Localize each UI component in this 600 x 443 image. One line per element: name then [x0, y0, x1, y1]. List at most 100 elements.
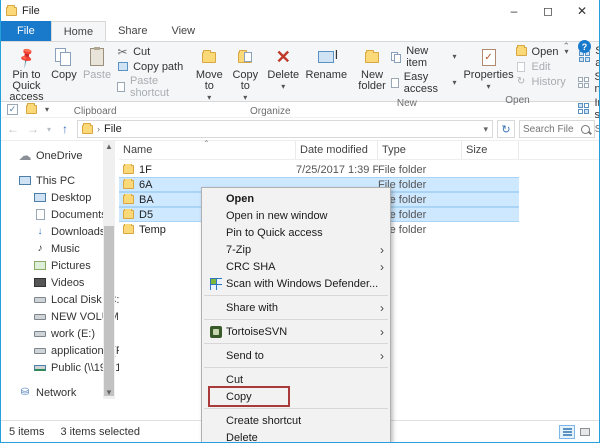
properties-quick-icon[interactable]: ✓	[7, 104, 18, 115]
scroll-down-icon[interactable]: ▼	[103, 387, 115, 399]
tab-file[interactable]: File	[1, 21, 51, 41]
tortoisesvn-icon	[210, 326, 222, 338]
scissors-icon: ✂	[116, 45, 129, 58]
breadcrumb-item[interactable]: File	[104, 123, 122, 135]
sidebar-item-applications-f[interactable]: applications (F:)	[1, 342, 119, 359]
scrollbar-thumb[interactable]	[104, 226, 114, 396]
history-button[interactable]: ↻ History	[515, 75, 569, 88]
sidebar-item-onedrive[interactable]: ☁OneDrive	[1, 147, 119, 164]
menu-item-pin-to-quick-access[interactable]: Pin to Quick access	[202, 224, 390, 241]
breadcrumb-folder-icon	[82, 125, 93, 134]
documents-icon	[34, 209, 46, 221]
menu-item-delete[interactable]: Delete	[202, 429, 390, 443]
select-none-icon	[578, 77, 590, 90]
delete-button[interactable]: ✕ Delete	[263, 43, 303, 94]
minimize-ribbon-icon[interactable]: ⌃	[562, 41, 570, 52]
properties-button[interactable]: ✓ Properties	[465, 43, 513, 94]
sidebar-item-downloads[interactable]: ↓Downloads	[1, 223, 119, 240]
file-row-1f[interactable]: 1F 7/25/2017 1:39 PM File folder	[119, 162, 519, 177]
ribbon-paste-button[interactable]: Paste	[80, 43, 114, 83]
thumbnails-view-button[interactable]	[577, 425, 593, 439]
pin-to-quick-access-button[interactable]: 📌 Pin to Quick access	[5, 43, 48, 105]
easy-access-button[interactable]: Easy access	[391, 71, 457, 95]
menu-item-open-in-new-window[interactable]: Open in new window	[202, 207, 390, 224]
sidebar-item-pictures[interactable]: Pictures	[1, 257, 119, 274]
copy-path-button[interactable]: Copy path	[116, 60, 183, 73]
sidebar-item-music[interactable]: ♪Music	[1, 240, 119, 257]
paste-shortcut-icon	[116, 81, 126, 94]
invert-selection-button[interactable]: Invert selection	[578, 97, 600, 121]
sidebar-item-documents[interactable]: Documents	[1, 206, 119, 223]
column-header-name[interactable]: Name⌃	[119, 141, 296, 159]
paste-shortcut-button[interactable]: Paste shortcut	[116, 75, 183, 99]
forward-icon[interactable]: →	[25, 122, 41, 136]
sidebar-item-new-volume-d[interactable]: NEW VOLUME (D	[1, 308, 119, 325]
sidebar-item-network[interactable]: ⛁Network	[1, 384, 119, 399]
sidebar-item-videos[interactable]: Videos	[1, 274, 119, 291]
sidebar-item-local-disk-c[interactable]: Local Disk (C:)	[1, 291, 119, 308]
music-icon: ♪	[34, 243, 46, 255]
search-input[interactable]	[523, 124, 581, 135]
menu-item-crc-sha[interactable]: CRC SHA›	[202, 258, 390, 275]
search-icon	[581, 125, 590, 134]
maximize-button[interactable]: ◻	[531, 0, 565, 22]
sidebar-item-public-share[interactable]: Public (\\192.16	[1, 359, 119, 376]
column-header-date-modified[interactable]: Date modified	[296, 141, 378, 159]
sidebar-item-this-pc[interactable]: This PC	[1, 172, 119, 189]
menu-item-copy[interactable]: Copy	[202, 388, 390, 405]
copy-to-button[interactable]: Copy to	[227, 43, 263, 105]
column-header-type[interactable]: Type	[378, 141, 462, 159]
close-button[interactable]: ✕	[565, 0, 599, 22]
rename-icon	[318, 51, 334, 63]
scroll-up-icon[interactable]: ▲	[103, 141, 115, 153]
sidebar-item-desktop[interactable]: Desktop	[1, 189, 119, 206]
back-icon[interactable]: ←	[5, 122, 21, 136]
menu-item-7zip[interactable]: 7-Zip›	[202, 241, 390, 258]
menu-separator	[204, 319, 388, 320]
cloud-icon: ☁	[19, 150, 31, 162]
delete-icon: ✕	[276, 48, 291, 66]
cut-button[interactable]: ✂ Cut	[116, 45, 183, 58]
select-none-button[interactable]: Select none	[578, 71, 600, 95]
customize-toolbar-icon[interactable]: ▾	[45, 105, 49, 114]
menu-item-send-to[interactable]: Send to›	[202, 347, 390, 364]
menu-item-share-with[interactable]: Share with›	[202, 299, 390, 316]
folder-quick-icon[interactable]	[26, 105, 37, 114]
submenu-arrow-icon: ›	[380, 260, 384, 274]
edit-button[interactable]: Edit	[515, 60, 569, 73]
tab-view[interactable]: View	[159, 21, 207, 41]
address-dropdown-icon[interactable]: ▾	[483, 124, 488, 135]
menu-item-create-shortcut[interactable]: Create shortcut	[202, 412, 390, 429]
recent-locations-icon[interactable]: ▾	[45, 125, 53, 134]
sidebar-item-work-e[interactable]: work (E:)	[1, 325, 119, 342]
refresh-icon[interactable]: ↻	[497, 120, 515, 138]
new-folder-button[interactable]: New folder	[355, 43, 389, 94]
move-to-button[interactable]: ← Move to	[191, 43, 227, 105]
sidebar-scrollbar[interactable]: ▲ ▼	[103, 141, 115, 399]
breadcrumb[interactable]: › File ▾	[77, 120, 493, 138]
details-view-button[interactable]	[559, 425, 575, 439]
rename-button[interactable]: Rename	[303, 43, 349, 83]
thumbnails-view-icon	[580, 428, 590, 436]
new-item-button[interactable]: New item	[391, 45, 457, 69]
paste-icon	[90, 48, 104, 66]
search-box[interactable]	[519, 120, 595, 138]
drive-icon	[34, 345, 46, 357]
menu-item-open[interactable]: Open	[202, 190, 390, 207]
ribbon-group-organize: ← Move to Copy to ✕ Delete Rename Organi…	[189, 43, 351, 101]
explorer-window: File – ◻ ✕ File Home Share View ⌃ ? 📌 Pi…	[0, 0, 600, 443]
open-button[interactable]: Open	[515, 45, 569, 58]
menu-item-scan-with-windows-defender[interactable]: Scan with Windows Defender...	[202, 275, 390, 292]
tab-share[interactable]: Share	[106, 21, 159, 41]
column-header-size[interactable]: Size	[462, 141, 519, 159]
submenu-arrow-icon: ›	[380, 349, 384, 363]
tab-home[interactable]: Home	[51, 21, 106, 41]
menu-separator	[204, 295, 388, 296]
easy-access-icon	[391, 77, 400, 90]
help-icon[interactable]: ?	[578, 40, 591, 53]
up-icon[interactable]: ↑	[57, 122, 73, 136]
ribbon-copy-button[interactable]: Copy	[48, 43, 80, 83]
context-menu: Open Open in new window Pin to Quick acc…	[201, 187, 391, 442]
menu-item-tortoisesvn[interactable]: TortoiseSVN›	[202, 323, 390, 340]
minimize-button[interactable]: –	[497, 0, 531, 22]
